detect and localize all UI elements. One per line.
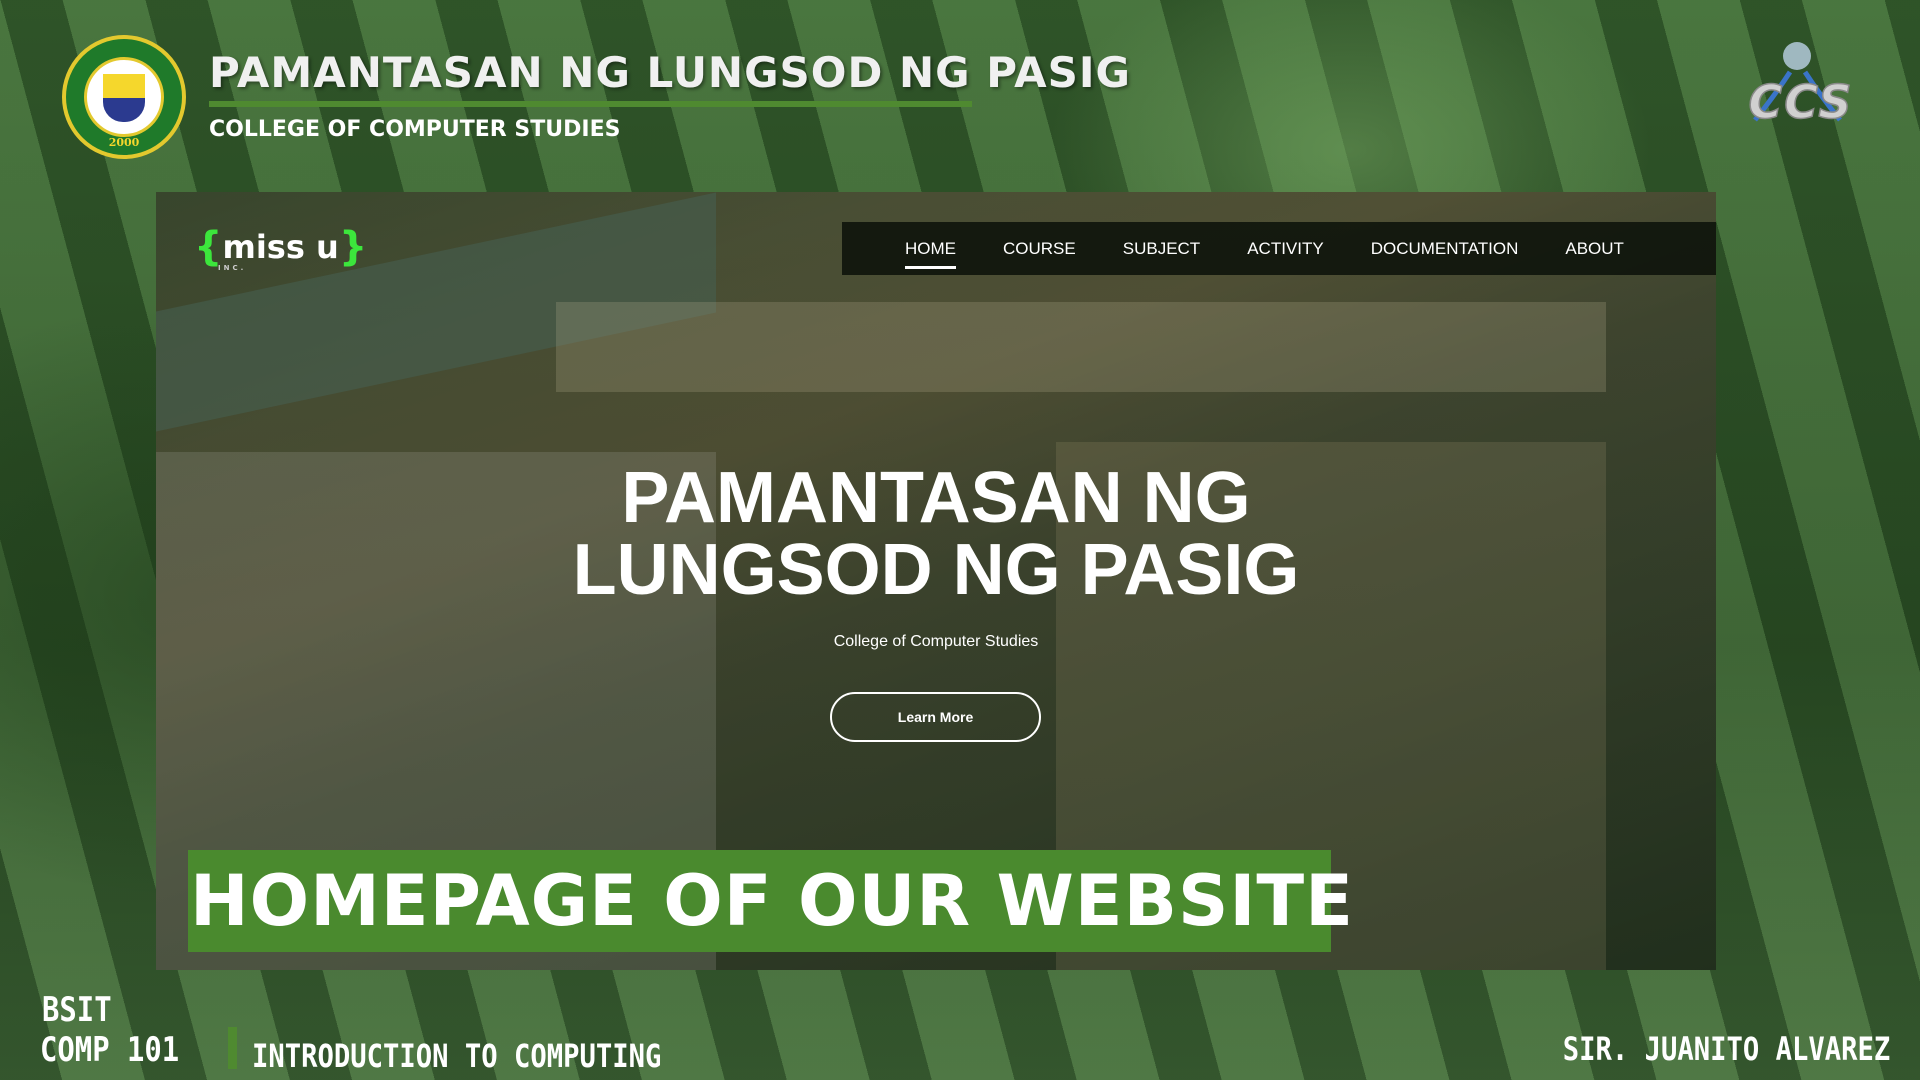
page-subtitle: COLLEGE OF COMPUTER STUDIES [209, 117, 621, 142]
hero-title: PAMANTASAN NG LUNGSOD NG PASIG [156, 462, 1716, 606]
caption-banner: HOMEPAGE OF OUR WEBSITE [188, 850, 1353, 952]
course-code: COMP 101 [40, 1030, 180, 1070]
shield-icon [103, 74, 145, 122]
program-label: BSIT [42, 990, 112, 1030]
course-title: INTRODUCTION TO COMPUTING [252, 1037, 662, 1075]
footer-divider [228, 1027, 237, 1069]
page-title: PAMANTASAN NG LUNGSOD NG PASIG [209, 48, 1132, 97]
nav-home[interactable]: HOME [905, 239, 956, 269]
hero-subtitle: College of Computer Studies [833, 633, 1039, 650]
ccs-logo: CCS [1748, 42, 1853, 130]
university-seal: 2000 [62, 35, 186, 159]
learn-more-button[interactable]: Learn More [830, 692, 1041, 742]
instructor-name: SIR. JUANITO ALVAREZ [1562, 1030, 1890, 1068]
ccs-logo-globe [1783, 42, 1811, 70]
site-logo-text: miss u [222, 228, 339, 266]
site-nav: HOME COURSE SUBJECT ACTIVITY DOCUMENTATI… [842, 222, 1716, 275]
ccs-logo-text: CCS [1748, 75, 1853, 129]
title-divider [209, 101, 972, 107]
seal-year: 2000 [108, 136, 140, 149]
site-logo-suffix: INC. [218, 264, 247, 272]
nav-about[interactable]: ABOUT [1565, 239, 1624, 259]
hero-title-line1: PAMANTASAN NG [621, 458, 1251, 538]
nav-course[interactable]: COURSE [1003, 239, 1076, 259]
site-logo[interactable]: {miss u} INC. [194, 224, 367, 272]
nav-subject[interactable]: SUBJECT [1123, 239, 1200, 259]
building [556, 302, 1606, 392]
hero-title-line2: LUNGSOD NG PASIG [572, 530, 1300, 610]
nav-documentation[interactable]: DOCUMENTATION [1371, 239, 1519, 259]
nav-activity[interactable]: ACTIVITY [1247, 239, 1324, 259]
